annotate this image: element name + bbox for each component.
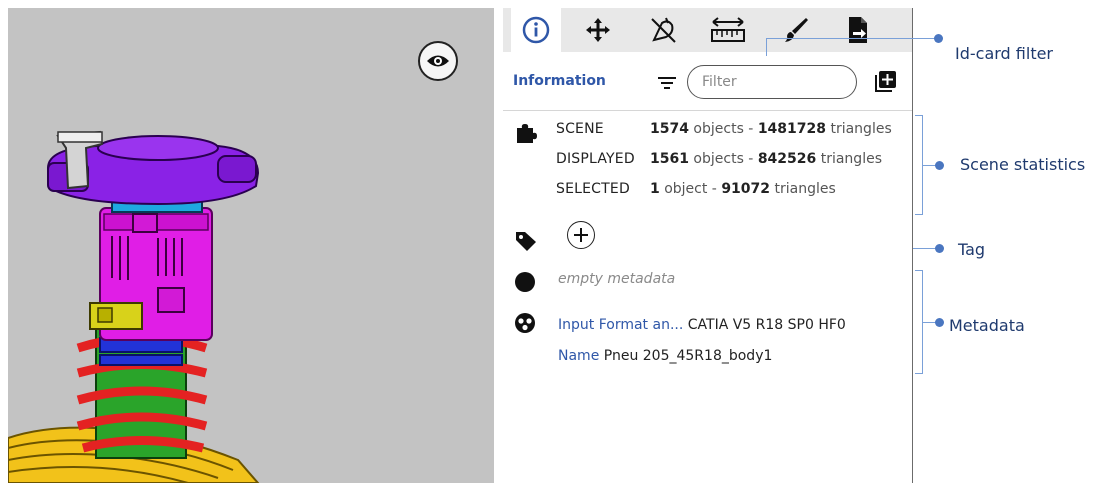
hide-icon <box>651 17 676 43</box>
info-icon <box>522 16 550 44</box>
stat-label: DISPLAYED <box>556 151 635 167</box>
tab-measure[interactable] <box>703 8 753 52</box>
toolbar <box>503 8 912 52</box>
callout-bracket <box>915 373 923 374</box>
eye-icon <box>427 55 449 67</box>
separator: - <box>743 121 758 137</box>
triangle-count: 91072 <box>721 181 771 197</box>
triangle-unit: triangles <box>830 121 892 137</box>
tab-export[interactable] <box>833 8 883 52</box>
plus-icon <box>574 228 588 242</box>
move-icon <box>586 18 610 42</box>
callout-line <box>913 248 937 249</box>
object-unit: objects <box>693 121 744 137</box>
tab-information[interactable] <box>511 8 561 52</box>
triangle-count: 1481728 <box>757 121 827 137</box>
stat-label: SCENE <box>556 121 604 137</box>
callout-line <box>766 38 767 56</box>
annotation-scene-statistics: Scene statistics <box>960 155 1086 174</box>
add-tag-button[interactable] <box>567 221 595 249</box>
measure-icon <box>711 17 745 42</box>
annotation-metadata: Metadata <box>949 316 1025 335</box>
object-count: 1 <box>650 181 660 197</box>
stat-row-scene: SCENE 1574 objects - 1481728 triangles <box>556 121 912 137</box>
stat-row-selected: SELECTED 1 object - 91072 triangles <box>556 181 912 197</box>
sort-icon[interactable] <box>657 75 677 91</box>
object-unit: object <box>664 181 708 197</box>
tab-hide[interactable] <box>638 8 688 52</box>
metadata-entry: Input Format an... CATIA V5 R18 SP0 HF0 <box>558 317 846 333</box>
annotation-tag: Tag <box>958 240 986 259</box>
visibility-toggle-button[interactable] <box>418 41 458 81</box>
callout-line <box>766 38 936 39</box>
tab-move[interactable] <box>573 8 623 52</box>
triangle-count: 842526 <box>757 151 817 167</box>
metadata-value: Pneu 205_45R18_body1 <box>603 348 773 364</box>
object-count: 1561 <box>650 151 689 167</box>
header-divider <box>503 110 912 111</box>
empty-metadata-label: empty metadata <box>558 271 676 287</box>
triangle-unit: triangles <box>820 151 882 167</box>
filter-input[interactable] <box>687 65 857 99</box>
3d-viewport[interactable] <box>8 8 494 483</box>
add-item-icon[interactable] <box>875 70 897 92</box>
metadata-value: CATIA V5 R18 SP0 HF0 <box>687 317 846 333</box>
callout-dot <box>935 161 944 170</box>
export-icon <box>849 17 867 43</box>
id-card-panel: Information SCENE 1574 objects - 1481728 … <box>503 8 913 483</box>
metadata-key: Input Format an... <box>558 317 684 333</box>
stat-label: SELECTED <box>556 181 630 197</box>
callout-bracket <box>915 214 923 215</box>
object-count: 1574 <box>650 121 689 137</box>
circle-icon <box>515 272 535 292</box>
stat-row-displayed: DISPLAYED 1561 objects - 842526 triangles <box>556 151 912 167</box>
model-metadata-icon <box>515 313 535 333</box>
annotation-id-card-filter: Id-card filter <box>955 44 1054 63</box>
object-unit: objects <box>693 151 744 167</box>
tab-paint[interactable] <box>771 8 821 52</box>
separator: - <box>707 181 722 197</box>
triangle-unit: triangles <box>774 181 836 197</box>
callout-dot <box>935 318 944 327</box>
metadata-key: Name <box>558 348 600 364</box>
suspension-model <box>8 130 260 483</box>
separator: - <box>743 151 758 167</box>
callout-dot <box>935 244 944 253</box>
callout-dot <box>934 34 943 43</box>
brush-icon <box>785 18 808 42</box>
metadata-entry: Name Pneu 205_45R18_body1 <box>558 348 772 364</box>
panel-title: Information <box>513 73 606 89</box>
puzzle-icon <box>517 124 537 143</box>
tag-icon <box>516 232 536 251</box>
